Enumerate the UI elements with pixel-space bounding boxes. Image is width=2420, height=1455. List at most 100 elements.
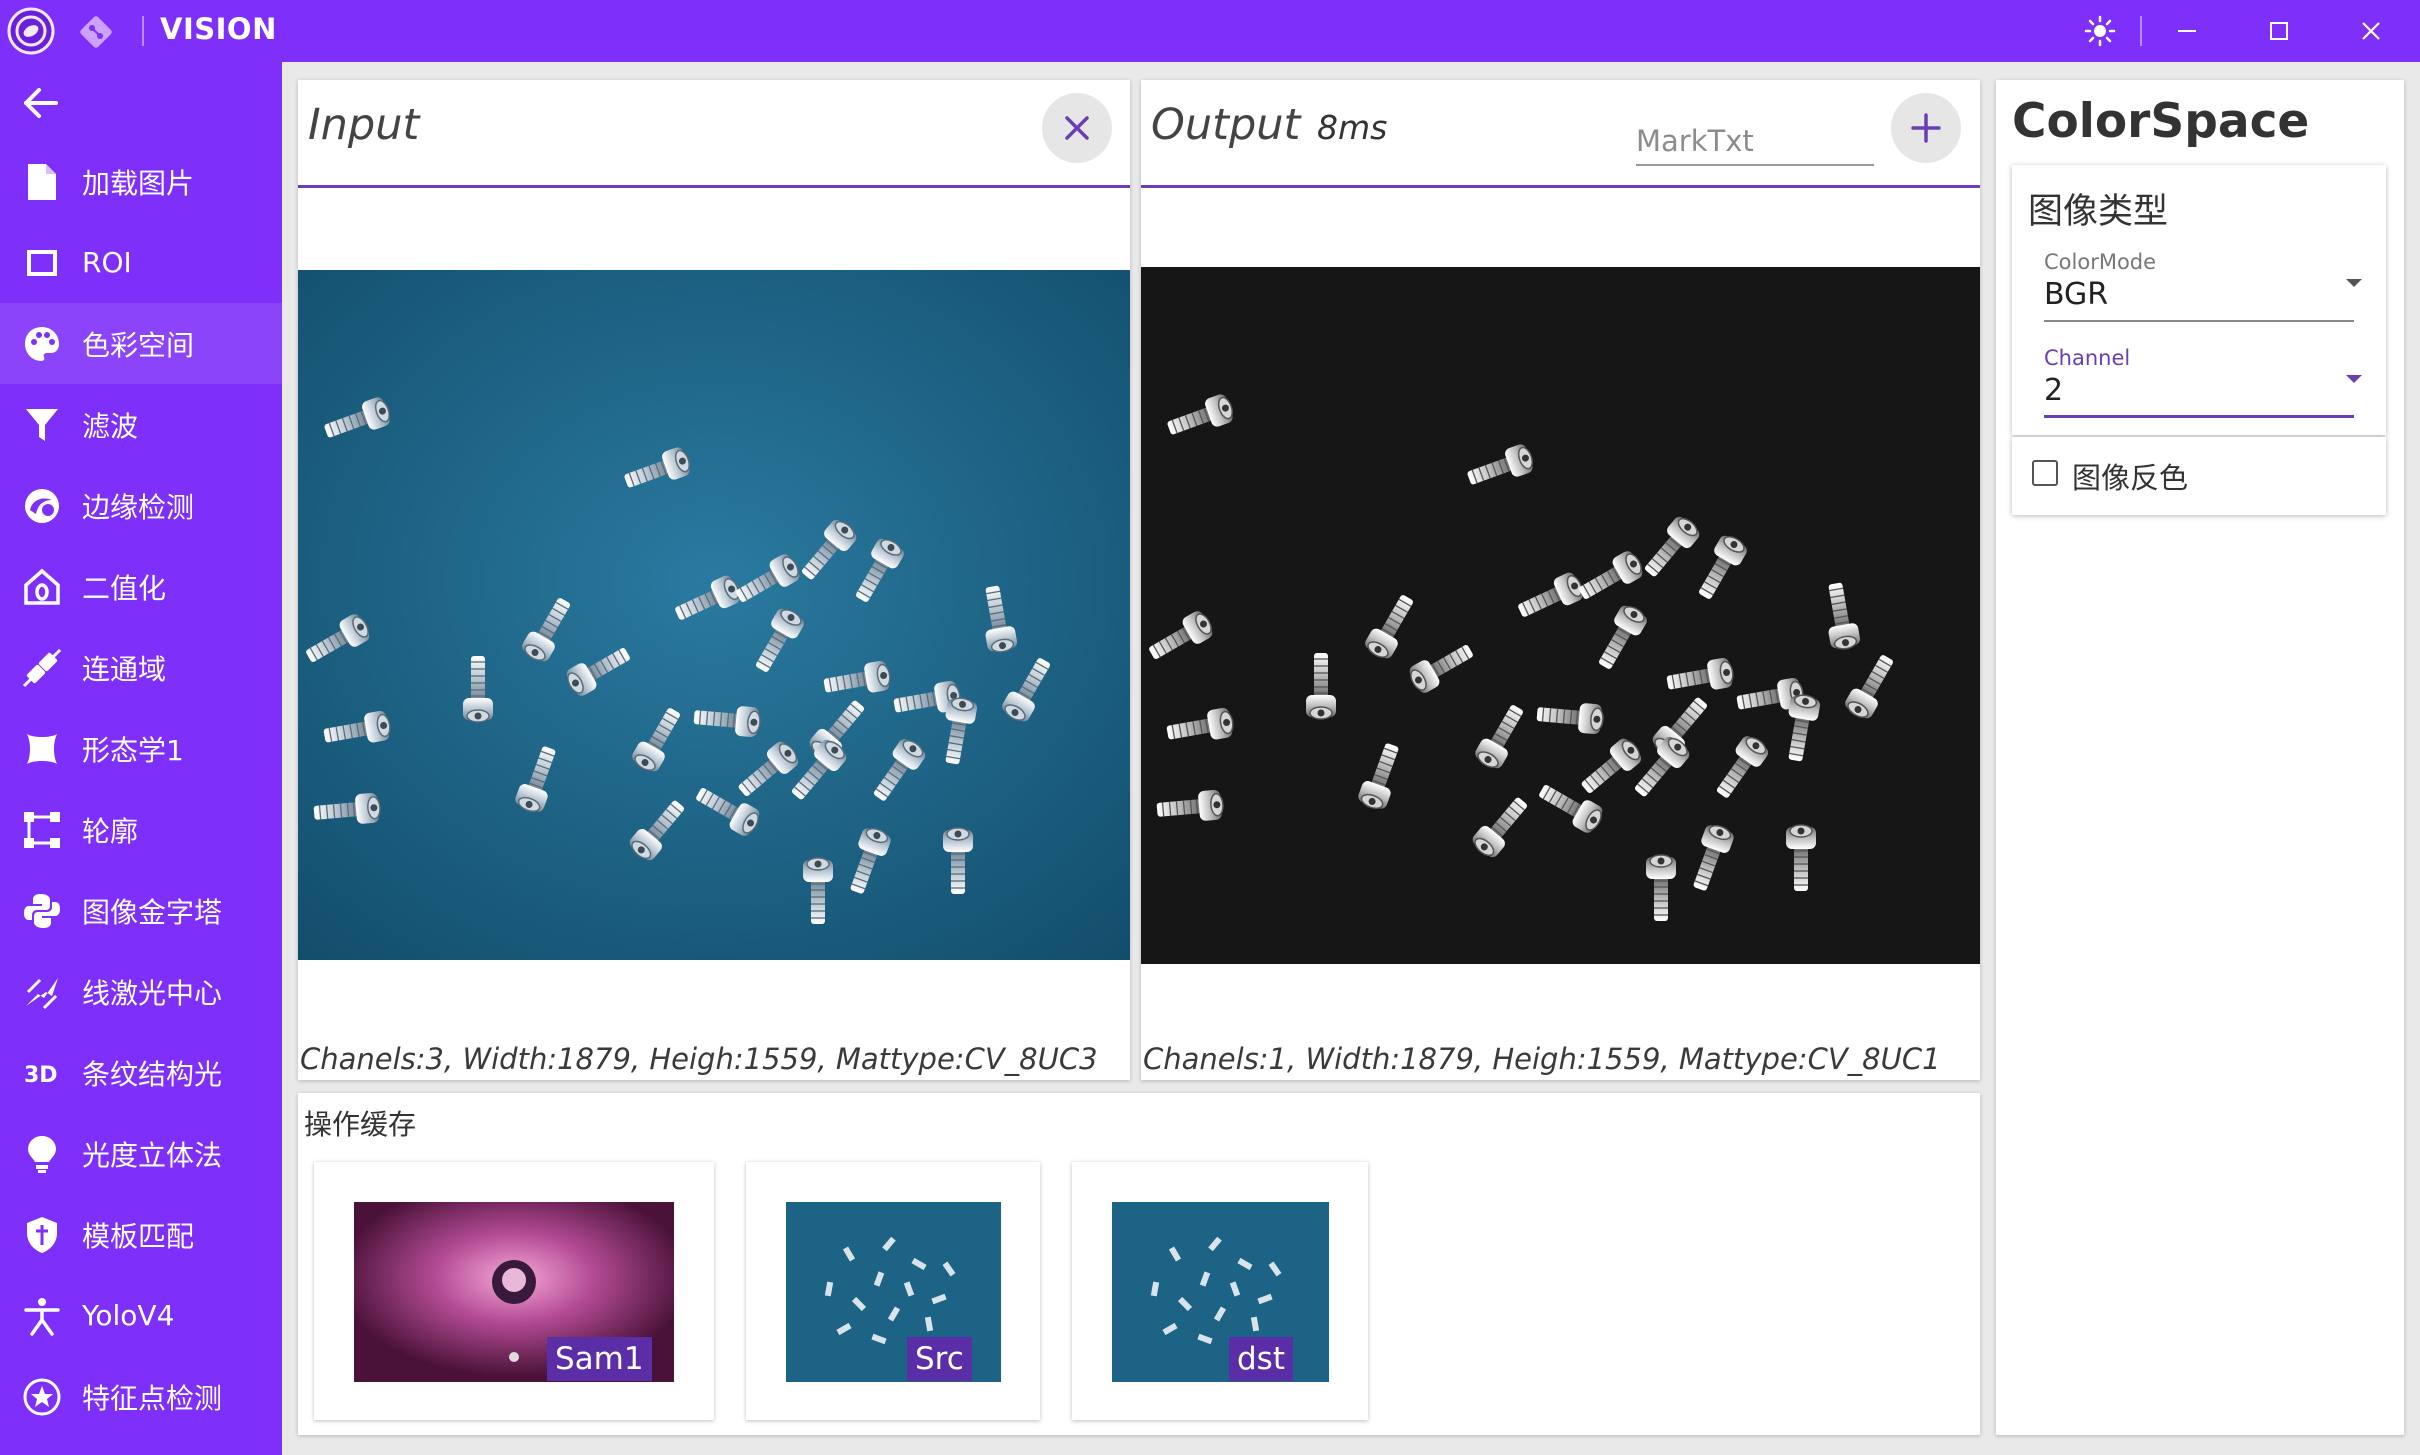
sidebar-item-label: 线激光中心 bbox=[82, 976, 223, 1010]
sidebar-item-label: ROI bbox=[82, 246, 132, 279]
output-panel: Output 8ms Chanels:1, Width:1879, Heigh:… bbox=[1141, 80, 1980, 1080]
svg-text:3D: 3D bbox=[24, 1063, 58, 1088]
contour-icon bbox=[22, 810, 62, 850]
cache-item-sam1[interactable]: Sam1 bbox=[314, 1162, 714, 1420]
channel-value: 2 bbox=[2044, 373, 2064, 408]
input-header-divider bbox=[298, 185, 1130, 188]
image-type-title: 图像类型 bbox=[2028, 192, 2169, 232]
cache-item-dst[interactable]: dst bbox=[1072, 1162, 1368, 1420]
sidebar-item-color-space[interactable]: 色彩空间 bbox=[0, 303, 282, 384]
sidebar-item-roi[interactable]: ROI bbox=[0, 222, 282, 303]
sidebar-item-contour[interactable]: 轮廓 bbox=[0, 789, 282, 870]
channel-underline bbox=[2044, 415, 2354, 418]
sidebar-item-label: 形态学1 bbox=[82, 733, 184, 767]
python-icon bbox=[22, 891, 62, 931]
sidebar-item-filter[interactable]: 滤波 bbox=[0, 384, 282, 465]
invert-label: 图像反色 bbox=[2072, 461, 2189, 495]
sidebar-item-label: 特征点检测 bbox=[82, 1381, 223, 1415]
laser-icon bbox=[22, 972, 62, 1012]
file-icon bbox=[22, 162, 62, 202]
operation-cache-title: 操作缓存 bbox=[304, 1108, 417, 1141]
sidebar-item-feature-points[interactable]: 特征点检测 bbox=[0, 1356, 282, 1437]
output-image[interactable] bbox=[1141, 267, 1980, 964]
sidebar-item-yolov4[interactable]: YoloV4 bbox=[0, 1275, 282, 1356]
cache-item-label: Sam1 bbox=[547, 1337, 652, 1381]
lightbulb-icon bbox=[22, 1134, 62, 1174]
close-icon bbox=[2362, 22, 2380, 40]
input-panel: Input Chanels:3, Width:1879, Heigh:1559,… bbox=[298, 80, 1130, 1080]
colormode-value: BGR bbox=[2044, 277, 2109, 312]
title-bar: VISION bbox=[0, 0, 2420, 62]
invert-card: 图像反色 bbox=[2012, 437, 2386, 515]
input-image[interactable] bbox=[298, 270, 1130, 960]
cache-thumbnail bbox=[1112, 1202, 1329, 1382]
sidebar-item-label: 连通域 bbox=[82, 652, 167, 686]
palette-icon bbox=[22, 324, 62, 364]
clear-input-button[interactable] bbox=[1042, 93, 1112, 163]
square-outline-icon bbox=[22, 243, 62, 283]
output-image-info: Chanels:1, Width:1879, Heigh:1559, Matty… bbox=[1143, 1042, 1941, 1076]
filter-icon bbox=[22, 405, 62, 445]
chevron-down-icon bbox=[2346, 375, 2362, 383]
title-separator bbox=[142, 16, 144, 46]
cache-item-label: dst bbox=[1229, 1337, 1293, 1381]
processing-time: 8ms bbox=[1317, 108, 1388, 147]
sidebar-item-label: 图像金字塔 bbox=[82, 895, 223, 929]
close-window-button[interactable] bbox=[2326, 0, 2416, 62]
theme-sun-icon bbox=[2084, 15, 2116, 47]
sidebar-item-label: 光度立体法 bbox=[82, 1138, 223, 1172]
sidebar-item-edge-detect[interactable]: 边缘检测 bbox=[0, 465, 282, 546]
sidebar-item-binarize[interactable]: 二值化 bbox=[0, 546, 282, 627]
chevron-down-icon bbox=[2346, 279, 2362, 287]
sidebar-item-pyramid[interactable]: 图像金字塔 bbox=[0, 870, 282, 951]
sidebar-item-label: 模板匹配 bbox=[82, 1219, 195, 1253]
shield-icon bbox=[22, 1215, 62, 1255]
minimize-icon bbox=[2178, 30, 2196, 32]
invert-checkbox[interactable] bbox=[2032, 460, 2058, 486]
sidebar-item-label: 轮廓 bbox=[82, 814, 139, 848]
plus-icon bbox=[1911, 113, 1941, 143]
maximize-icon bbox=[2270, 22, 2288, 40]
arrow-left-icon[interactable] bbox=[18, 80, 64, 126]
sidebar: 加载图片 ROI 色彩空间 滤波 边缘检测 二值化 连通域 形态学1 轮廓 图像… bbox=[0, 62, 282, 1455]
sidebar-item-laser-center[interactable]: 线激光中心 bbox=[0, 951, 282, 1032]
sidebar-item-label: 色彩空间 bbox=[82, 328, 195, 362]
image-type-card: 图像类型 ColorMode BGR Channel 2 bbox=[2012, 165, 2386, 435]
app-title: VISION bbox=[160, 12, 277, 46]
sidebar-item-label: 边缘检测 bbox=[82, 490, 195, 524]
sidebar-item-label: 条纹结构光 bbox=[82, 1057, 223, 1091]
minimize-button[interactable] bbox=[2142, 0, 2232, 62]
close-icon bbox=[1065, 116, 1089, 140]
maximize-button[interactable] bbox=[2234, 0, 2324, 62]
morphology-icon bbox=[22, 729, 62, 769]
home-zero-icon bbox=[22, 567, 62, 607]
colormode-label: ColorMode bbox=[2044, 250, 2157, 274]
theme-toggle-button[interactable] bbox=[2055, 0, 2145, 62]
colorspace-title: ColorSpace bbox=[2012, 94, 2310, 149]
app-logo-icon bbox=[7, 7, 55, 55]
git-icon[interactable] bbox=[78, 14, 114, 50]
star-circle-icon bbox=[22, 1377, 62, 1417]
output-panel-title: Output bbox=[1151, 100, 1301, 150]
edge-icon bbox=[22, 486, 62, 526]
colormode-underline bbox=[2044, 320, 2354, 322]
sidebar-item-label: 滤波 bbox=[82, 409, 139, 443]
sidebar-item-load-image[interactable]: 加载图片 bbox=[0, 141, 282, 222]
input-image-info: Chanels:3, Width:1879, Heigh:1559, Matty… bbox=[300, 1042, 1098, 1076]
sidebar-item-photometric[interactable]: 光度立体法 bbox=[0, 1113, 282, 1194]
input-panel-title: Input bbox=[308, 100, 420, 150]
sidebar-item-morphology[interactable]: 形态学1 bbox=[0, 708, 282, 789]
mark-text-input[interactable] bbox=[1636, 118, 1874, 166]
sidebar-item-label: YoloV4 bbox=[82, 1299, 175, 1332]
human-icon bbox=[22, 1296, 62, 1336]
cache-item-src[interactable]: Src bbox=[746, 1162, 1040, 1420]
sidebar-item-fringe[interactable]: 3D 条纹结构光 bbox=[0, 1032, 282, 1113]
cache-item-label: Src bbox=[907, 1337, 972, 1381]
connection-icon bbox=[22, 648, 62, 688]
channel-label: Channel bbox=[2044, 346, 2131, 370]
output-header-divider bbox=[1141, 185, 1980, 188]
sidebar-item-connected[interactable]: 连通域 bbox=[0, 627, 282, 708]
add-output-button[interactable] bbox=[1891, 93, 1961, 163]
sidebar-item-template-match[interactable]: 模板匹配 bbox=[0, 1194, 282, 1275]
sidebar-item-label: 二值化 bbox=[82, 571, 167, 605]
